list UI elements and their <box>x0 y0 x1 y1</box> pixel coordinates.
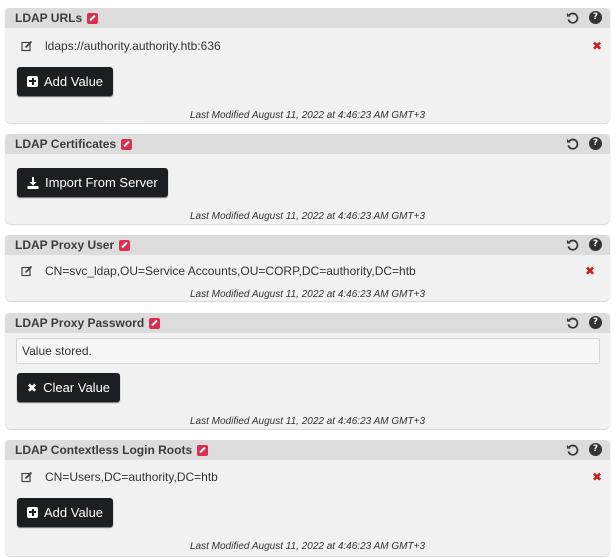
add-value-button[interactable]: Add Value <box>17 498 114 527</box>
edit-setting-icon[interactable] <box>87 12 99 24</box>
panel-header: LDAP Proxy User ? <box>5 235 610 255</box>
undo-icon[interactable] <box>566 316 579 329</box>
undo-icon[interactable] <box>566 443 579 456</box>
panel-header: LDAP Proxy Password ? <box>5 313 610 333</box>
plus-square-icon <box>27 507 38 518</box>
value-stored-box: Value stored. <box>16 338 600 364</box>
stored-text: Value stored. <box>22 344 92 358</box>
panel-ldap-urls: LDAP URLs ? ldaps://authority.authority.… <box>5 8 610 123</box>
import-from-server-button[interactable]: Import From Server <box>17 168 168 197</box>
button-label: Clear Value <box>43 380 111 395</box>
undo-icon[interactable] <box>566 238 579 251</box>
panel-title: LDAP Proxy User <box>15 238 115 252</box>
edit-setting-icon[interactable] <box>149 317 161 329</box>
value-row: CN=Users,DC=authority,DC=htb ✖ <box>21 468 602 486</box>
panel-title: LDAP URLs <box>15 11 83 25</box>
edit-setting-icon[interactable] <box>121 138 133 150</box>
download-icon <box>27 176 39 189</box>
edit-setting-icon[interactable] <box>119 239 131 251</box>
last-modified: Last Modified August 11, 2022 at 4:46:23… <box>189 110 426 121</box>
last-modified: Last Modified August 11, 2022 at 4:46:23… <box>189 211 426 222</box>
help-icon[interactable]: ? <box>589 137 602 150</box>
undo-icon[interactable] <box>566 137 579 150</box>
edit-value-icon[interactable] <box>21 471 33 483</box>
edit-setting-icon[interactable] <box>197 444 209 456</box>
remove-value-icon[interactable]: ✖ <box>592 39 602 53</box>
panel-title: LDAP Certificates <box>15 137 117 151</box>
value-text: CN=svc_ldap,OU=Service Accounts,OU=CORP,… <box>45 264 416 278</box>
panel-ldap-certificates: LDAP Certificates ? Import From Server L… <box>5 134 610 224</box>
remove-value-icon[interactable]: ✖ <box>592 470 602 484</box>
help-icon[interactable]: ? <box>589 443 602 456</box>
value-row: CN=svc_ldap,OU=Service Accounts,OU=CORP,… <box>21 262 595 280</box>
help-icon[interactable]: ? <box>589 11 602 24</box>
x-icon: ✖ <box>27 380 38 395</box>
panel-header: LDAP URLs ? <box>5 8 610 28</box>
panel-ldap-proxy-user: LDAP Proxy User ? CN=svc_ldap,OU=Service… <box>5 235 610 301</box>
value-row: ldaps://authority.authority.htb:636 ✖ <box>21 37 602 55</box>
last-modified: Last Modified August 11, 2022 at 4:46:23… <box>189 416 426 427</box>
edit-value-icon[interactable] <box>21 40 33 52</box>
panel-ldap-proxy-password: LDAP Proxy Password ? Value stored. ✖ Cl… <box>5 313 610 429</box>
last-modified: Last Modified August 11, 2022 at 4:46:23… <box>189 541 426 552</box>
remove-value-icon[interactable]: ✖ <box>585 264 595 278</box>
panel-header: LDAP Contextless Login Roots ? <box>5 440 610 460</box>
button-label: Add Value <box>44 74 104 89</box>
button-label: Add Value <box>44 505 104 520</box>
panel-ldap-contextless-login-roots: LDAP Contextless Login Roots ? CN=Users,… <box>5 440 610 556</box>
plus-square-icon <box>27 76 38 87</box>
button-label: Import From Server <box>45 175 158 190</box>
edit-value-icon[interactable] <box>21 265 33 277</box>
value-text: CN=Users,DC=authority,DC=htb <box>45 470 218 484</box>
add-value-button[interactable]: Add Value <box>17 67 114 96</box>
clear-value-button[interactable]: ✖ Clear Value <box>17 373 121 402</box>
panel-title: LDAP Proxy Password <box>15 316 145 330</box>
panel-header: LDAP Certificates ? <box>5 134 610 154</box>
undo-icon[interactable] <box>566 11 579 24</box>
panel-title: LDAP Contextless Login Roots <box>15 443 193 457</box>
help-icon[interactable]: ? <box>589 238 602 251</box>
last-modified: Last Modified August 11, 2022 at 4:46:23… <box>189 289 426 300</box>
help-icon[interactable]: ? <box>589 316 602 329</box>
value-text: ldaps://authority.authority.htb:636 <box>45 39 221 53</box>
